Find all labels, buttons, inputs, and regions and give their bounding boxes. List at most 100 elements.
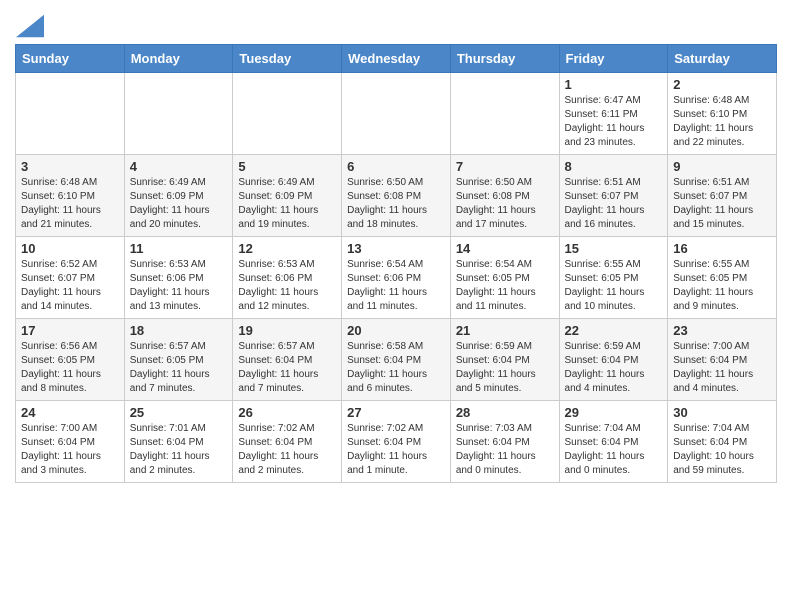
day-detail-line: Sunrise: 7:02 AM (238, 423, 314, 434)
day-detail-line: and 0 minutes. (565, 465, 631, 476)
day-detail-line: Sunrise: 6:57 AM (238, 341, 314, 352)
day-detail-line: Sunrise: 6:49 AM (238, 177, 314, 188)
day-detail-line: and 21 minutes. (21, 219, 92, 230)
day-detail-line: Daylight: 11 hours (673, 287, 753, 298)
day-detail: Sunrise: 7:00 AMSunset: 6:04 PMDaylight:… (673, 340, 771, 396)
day-number: 30 (673, 405, 771, 420)
day-cell (124, 73, 233, 155)
day-detail: Sunrise: 6:58 AMSunset: 6:04 PMDaylight:… (347, 340, 445, 396)
day-cell: 1Sunrise: 6:47 AMSunset: 6:11 PMDaylight… (559, 73, 668, 155)
day-detail-line: and 2 minutes. (238, 465, 304, 476)
day-detail: Sunrise: 6:55 AM Sunset: 6:05 PM Daylight:… (673, 258, 771, 314)
day-detail-line: Daylight: 11 hours (673, 369, 753, 380)
day-detail-line: and 11 minutes. (456, 301, 526, 312)
header (15, 10, 777, 36)
day-cell: 30 Sunrise: 7:04 AMSunset: 6:04 PMDayligh… (668, 401, 777, 483)
day-detail-line: Daylight: 11 hours (456, 287, 536, 298)
logo (15, 14, 44, 36)
day-number: 22 (565, 323, 663, 338)
day-detail-line: and 3 minutes. (21, 465, 87, 476)
day-cell (233, 73, 342, 155)
weekday-header-wednesday: Wednesday (342, 45, 451, 73)
day-number: 4 (130, 159, 228, 174)
day-detail-line: Sunset: 6:04 PM (347, 437, 421, 448)
day-detail: Sunrise: 7:03 AMSunset: 6:04 PMDaylight:… (456, 422, 554, 478)
day-number: 16 (673, 241, 771, 256)
weekday-header-thursday: Thursday (450, 45, 559, 73)
day-detail-line: Daylight: 10 hours (673, 451, 754, 462)
day-detail: Sunrise: 6:47 AMSunset: 6:11 PMDaylight:… (565, 94, 663, 150)
day-cell: 12 Sunrise: 6:53 AMSunset: 6:06 PMDayligh… (233, 237, 342, 319)
day-number: 13 (347, 241, 445, 256)
day-detail-line: Sunset: 6:05 PM (673, 273, 747, 284)
day-detail-line: Sunrise: 7:00 AM (21, 423, 97, 434)
day-detail-line: Sunrise: 6:54 AM (456, 259, 532, 270)
day-number: 3 (21, 159, 119, 174)
day-detail-line: Sunrise: 6:48 AM (21, 177, 97, 188)
weekday-header-sunday: Sunday (16, 45, 125, 73)
weekday-header-friday: Friday (559, 45, 668, 73)
day-cell: 10 Sunrise: 6:52 AMSunset: 6:07 PMDayligh… (16, 237, 125, 319)
day-detail-line: Sunset: 6:04 PM (347, 355, 421, 366)
day-detail-line: Daylight: 11 hours (673, 123, 753, 134)
day-detail: Sunrise: 6:59 AMSunset: 6:04 PMDaylight:… (456, 340, 554, 396)
day-cell: 22Sunrise: 6:59 AMSunset: 6:04 PMDayligh… (559, 319, 668, 401)
day-cell: 16 Sunrise: 6:55 AM Sunset: 6:05 PM Dayligh… (668, 237, 777, 319)
day-detail: Sunrise: 6:49 AMSunset: 6:09 PMDaylight:… (238, 176, 336, 232)
day-detail-line: Sunset: 6:08 PM (347, 191, 421, 202)
day-cell: 29Sunrise: 7:04 AMSunset: 6:04 PMDayligh… (559, 401, 668, 483)
day-detail: Sunrise: 6:53 AMSunset: 6:06 PMDaylight:… (130, 258, 228, 314)
day-detail-line: Sunrise: 6:56 AM (21, 341, 97, 352)
day-number: 12 (238, 241, 336, 256)
day-detail-line: Daylight: 11 hours (565, 123, 645, 134)
day-detail-line: Sunrise: 6:55 AM (565, 259, 641, 270)
day-number: 2 (673, 77, 771, 92)
day-number: 11 (130, 241, 228, 256)
day-cell: 6Sunrise: 6:50 AMSunset: 6:08 PMDaylight… (342, 155, 451, 237)
day-detail-line: Daylight: 11 hours (21, 205, 101, 216)
day-detail-line: Sunset: 6:07 PM (565, 191, 639, 202)
day-cell: 3 Sunrise: 6:48 AMSunset: 6:10 PMDaylight… (16, 155, 125, 237)
day-number: 6 (347, 159, 445, 174)
day-detail-line: Sunset: 6:08 PM (456, 191, 530, 202)
day-detail-line: and 0 minutes. (456, 465, 522, 476)
day-detail-line: Sunrise: 6:48 AM (673, 95, 749, 106)
day-detail-line: Sunset: 6:09 PM (238, 191, 312, 202)
day-detail-line: Sunset: 6:04 PM (456, 355, 530, 366)
day-number: 10 (21, 241, 119, 256)
day-detail-line: Daylight: 11 hours (456, 451, 536, 462)
day-detail: Sunrise: 6:52 AMSunset: 6:07 PMDaylight:… (21, 258, 119, 314)
calendar-body: 1Sunrise: 6:47 AMSunset: 6:11 PMDaylight… (16, 73, 777, 483)
day-detail-line: Sunset: 6:05 PM (21, 355, 95, 366)
day-number: 17 (21, 323, 119, 338)
day-detail-line: and 17 minutes. (456, 219, 527, 230)
day-detail: Sunrise: 7:04 AMSunset: 6:04 PMDaylight:… (673, 422, 771, 478)
day-cell: 4 Sunrise: 6:49 AMSunset: 6:09 PMDaylight… (124, 155, 233, 237)
day-detail-line: Sunrise: 6:50 AM (456, 177, 532, 188)
day-detail: Sunrise: 6:51 AMSunset: 6:07 PMDaylight:… (565, 176, 663, 232)
day-detail-line: and 6 minutes. (347, 383, 413, 394)
day-number: 23 (673, 323, 771, 338)
day-detail: Sunrise: 6:48 AMSunset: 6:10 PMDaylight:… (21, 176, 119, 232)
day-detail-line: Daylight: 11 hours (456, 205, 536, 216)
day-detail-line: Sunset: 6:10 PM (673, 109, 747, 120)
day-number: 26 (238, 405, 336, 420)
day-cell: 23 Sunrise: 7:00 AMSunset: 6:04 PMDayligh… (668, 319, 777, 401)
day-detail: Sunrise: 6:49 AMSunset: 6:09 PMDaylight:… (130, 176, 228, 232)
day-detail: Sunrise: 6:53 AMSunset: 6:06 PMDaylight:… (238, 258, 336, 314)
day-detail: Sunrise: 7:00 AMSunset: 6:04 PMDaylight:… (21, 422, 119, 478)
day-detail-line: and 7 minutes. (130, 383, 196, 394)
day-detail-line: Daylight: 11 hours (130, 287, 210, 298)
day-detail-line: Sunrise: 6:55 AM (673, 259, 749, 270)
day-detail: Sunrise: 7:04 AMSunset: 6:04 PMDaylight:… (565, 422, 663, 478)
day-detail-line: Sunrise: 6:58 AM (347, 341, 423, 352)
day-detail-line: Sunrise: 6:51 AM (673, 177, 749, 188)
day-number: 25 (130, 405, 228, 420)
day-number: 27 (347, 405, 445, 420)
day-detail: Sunrise: 6:57 AMSunset: 6:04 PMDaylight:… (238, 340, 336, 396)
day-cell: 8Sunrise: 6:51 AMSunset: 6:07 PMDaylight… (559, 155, 668, 237)
day-detail-line: Sunrise: 6:49 AM (130, 177, 206, 188)
day-cell: 25Sunrise: 7:01 AMSunset: 6:04 PMDayligh… (124, 401, 233, 483)
day-number: 5 (238, 159, 336, 174)
day-detail-line: and 7 minutes. (238, 383, 304, 394)
